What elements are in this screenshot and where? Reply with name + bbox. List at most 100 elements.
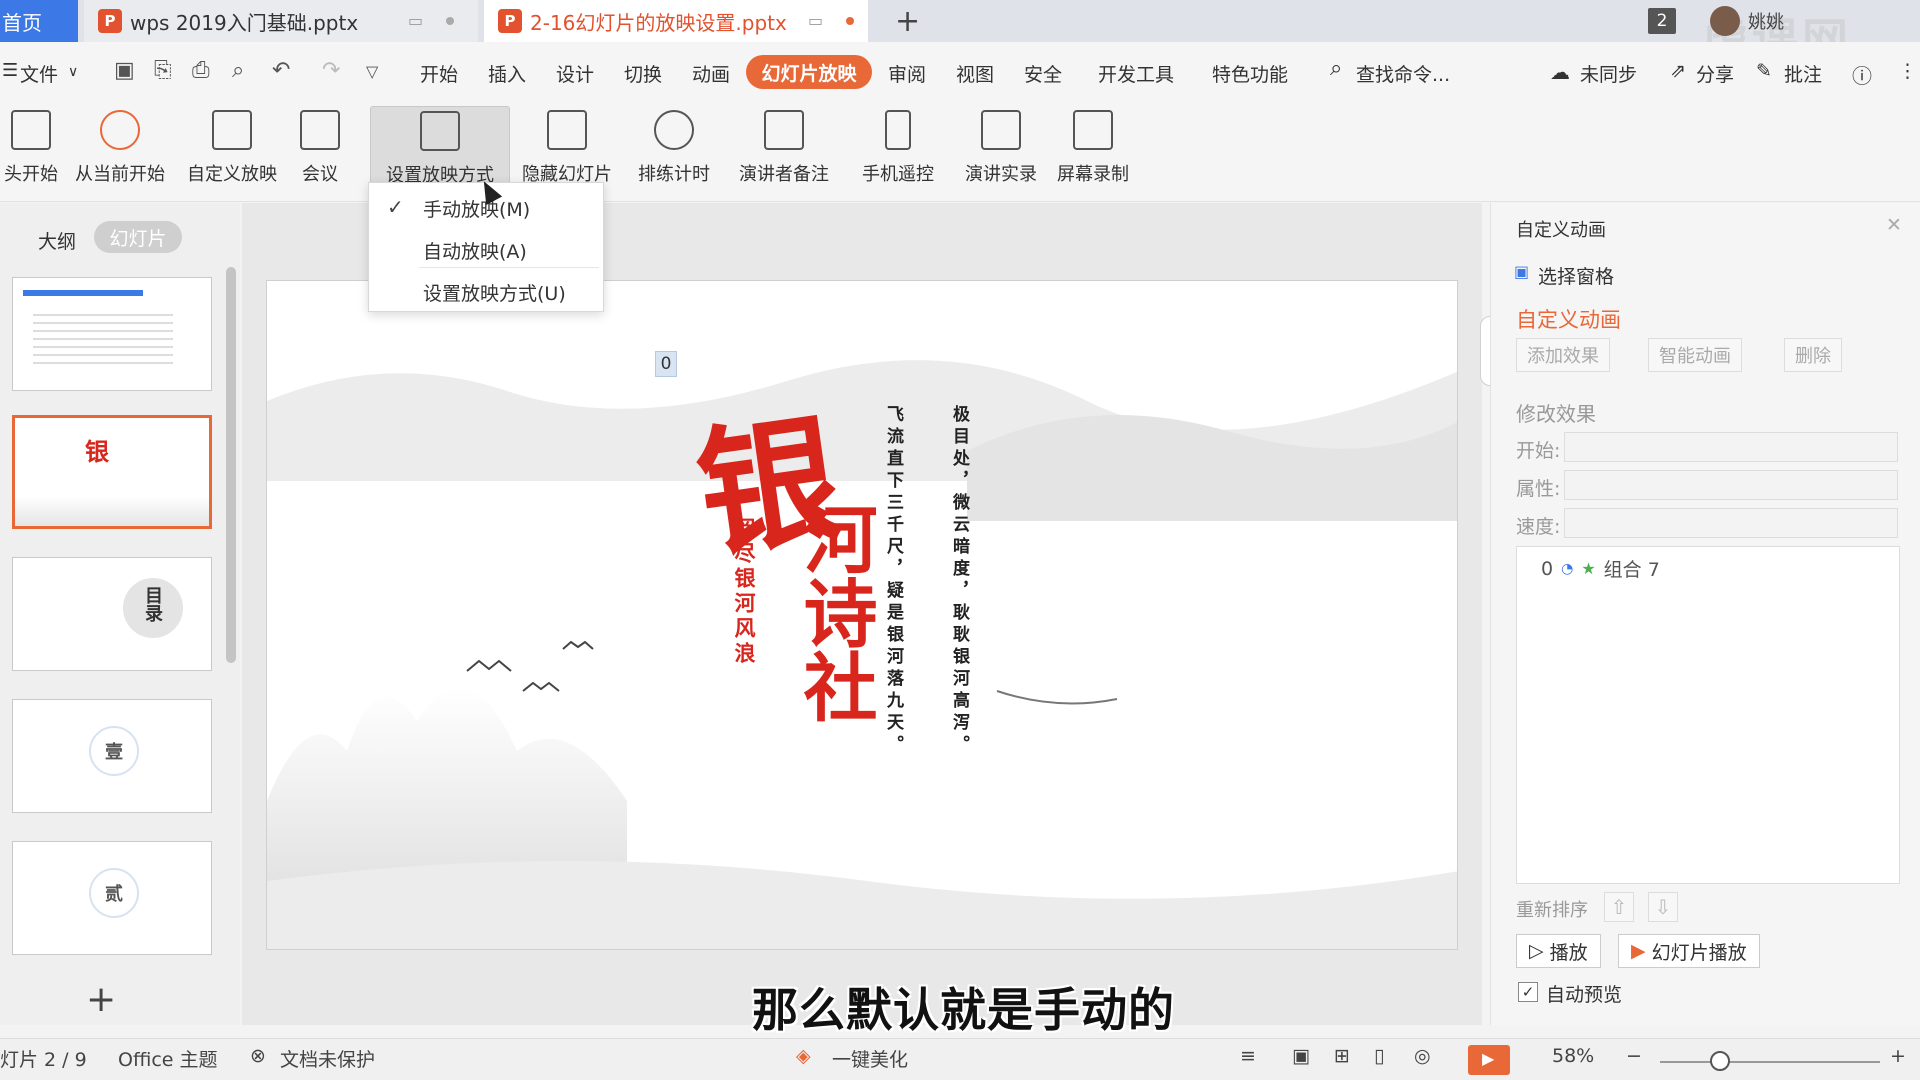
new-tab-plus-icon[interactable]: +: [895, 4, 920, 39]
delete-effect-button[interactable]: 删除: [1784, 338, 1842, 372]
move-down-arrow-icon[interactable]: ⇩: [1648, 892, 1678, 922]
from-current-button[interactable]: 从当前开始: [70, 106, 170, 194]
sync-status[interactable]: 未同步: [1580, 60, 1637, 87]
dropdown-setup-show[interactable]: 设置放映方式(U): [423, 279, 566, 306]
play-button[interactable]: ▷ 播放: [1516, 934, 1601, 968]
from-start-button[interactable]: 头开始: [0, 106, 62, 194]
thumbnail-scrollbar[interactable]: [226, 267, 236, 663]
slideshow-play-button[interactable]: ▶ 幻灯片播放: [1618, 934, 1760, 968]
menu-slideshow-tab[interactable]: 幻灯片放映: [746, 55, 872, 89]
start-select[interactable]: [1564, 432, 1898, 462]
zoom-out-icon[interactable]: −: [1626, 1045, 1642, 1067]
chevron-down-icon[interactable]: ∨: [68, 64, 78, 80]
user-name[interactable]: 姚姚: [1748, 8, 1784, 34]
dropdown-manual-show[interactable]: 手动放映(M): [423, 195, 530, 222]
hamburger-icon[interactable]: ☰: [2, 60, 18, 81]
move-up-arrow-icon[interactable]: ⇧: [1604, 892, 1634, 922]
poem-column-1[interactable]: 飞流直下三千尺，疑是银河落九天。: [881, 405, 906, 757]
share-button[interactable]: 分享: [1696, 60, 1734, 87]
slide-thumbnail-4[interactable]: 壹: [12, 699, 212, 813]
slide-thumbnail-3[interactable]: 目录: [12, 557, 212, 671]
tab-outline[interactable]: 大纲: [38, 227, 76, 254]
slide-title-rest[interactable]: 河诗社: [789, 501, 879, 723]
tab-home[interactable]: 首页: [0, 0, 78, 42]
comment-button[interactable]: 批注: [1784, 60, 1822, 87]
property-select[interactable]: [1564, 470, 1898, 500]
normal-view-icon[interactable]: ▣: [1292, 1045, 1310, 1067]
format-painter-icon[interactable]: ⎘: [154, 58, 172, 83]
save-icon[interactable]: ▣: [114, 58, 135, 83]
zoom-slider[interactable]: [1660, 1061, 1880, 1063]
menu-view[interactable]: 视图: [956, 60, 994, 87]
protect-status[interactable]: 文档未保护: [280, 1045, 375, 1072]
command-search-input[interactable]: 查找命令...: [1356, 60, 1450, 87]
unsaved-dot-icon[interactable]: [846, 17, 854, 25]
speed-select[interactable]: [1564, 508, 1898, 538]
search-icon[interactable]: ⌕: [1330, 56, 1342, 81]
window-count-badge[interactable]: 2: [1648, 8, 1676, 34]
help-icon[interactable]: ⓘ: [1852, 60, 1872, 89]
menu-developer[interactable]: 开发工具: [1098, 60, 1174, 87]
menu-security[interactable]: 安全: [1024, 60, 1062, 87]
share-icon[interactable]: ⇗: [1670, 60, 1686, 82]
tab-document-2[interactable]: P 2-16幻灯片的放映设置.pptx ▭: [484, 0, 868, 42]
notes-icon[interactable]: ≡: [1240, 1045, 1256, 1067]
reading-view-icon[interactable]: ▯: [1374, 1045, 1384, 1067]
phone-remote-button[interactable]: 手机遥控: [856, 106, 940, 194]
theme-name[interactable]: Office 主题: [118, 1045, 218, 1072]
menu-special[interactable]: 特色功能: [1212, 60, 1288, 87]
cloud-sync-icon[interactable]: ☁: [1550, 60, 1570, 84]
hide-slide-button[interactable]: 隐藏幻灯片: [518, 106, 616, 194]
tab-close-dot-icon[interactable]: [446, 17, 454, 25]
menu-animation[interactable]: 动画: [692, 60, 730, 87]
slide-thumbnail-2[interactable]: 银: [12, 415, 212, 529]
list-item[interactable]: 0 ◔ ★ 组合 7: [1541, 555, 1660, 582]
beautify-icon[interactable]: ◈: [796, 1045, 811, 1067]
animation-order-marker[interactable]: 0: [655, 351, 677, 377]
speaker-notes-button[interactable]: 演讲者备注: [734, 106, 834, 194]
pane-header[interactable]: 自定义动画: [1516, 216, 1606, 242]
menu-review[interactable]: 审阅: [888, 60, 926, 87]
print-preview-icon[interactable]: ⌕: [232, 58, 244, 83]
avatar[interactable]: [1710, 6, 1740, 36]
more-icon[interactable]: ⋮: [1898, 60, 1917, 82]
dropdown-auto-show[interactable]: 自动放映(A): [423, 237, 527, 264]
menu-transition[interactable]: 切换: [624, 60, 662, 87]
zoom-slider-handle[interactable]: [1710, 1051, 1730, 1071]
beautify-button[interactable]: 一键美化: [832, 1045, 908, 1072]
comment-icon[interactable]: ✎: [1756, 60, 1772, 82]
zoom-in-icon[interactable]: +: [1890, 1045, 1906, 1067]
add-effect-button[interactable]: 添加效果: [1516, 338, 1610, 372]
screen-record-button[interactable]: 屏幕录制: [1050, 106, 1136, 194]
slide-canvas[interactable]: 0 银 河诗社 阅尽银河风浪 飞流直下三千尺，疑是银河落九天。 极目处，微云暗度…: [266, 280, 1458, 950]
customize-toolbar-icon[interactable]: ▽: [366, 62, 378, 81]
slide-thumbnail-1[interactable]: [12, 277, 212, 391]
grid-view-icon[interactable]: ⊞: [1334, 1045, 1350, 1067]
selection-pane-icon[interactable]: ▣: [1514, 262, 1529, 281]
selection-pane-link[interactable]: 选择窗格: [1538, 262, 1614, 289]
poem-column-2[interactable]: 极目处，微云暗度，耿耿银河高泻。: [947, 405, 972, 757]
presenter-view-icon[interactable]: ◎: [1414, 1045, 1431, 1067]
slide-thumbnail-5[interactable]: 贰: [12, 841, 212, 955]
zoom-level[interactable]: 58%: [1552, 1045, 1594, 1067]
menu-file[interactable]: 文件: [20, 60, 58, 87]
monitor-icon[interactable]: ▭: [408, 11, 423, 30]
redo-icon[interactable]: ↷: [322, 58, 340, 83]
print-icon[interactable]: ⎙: [192, 58, 210, 83]
tab-document-1[interactable]: P wps 2019入门基础.pptx ▭: [84, 0, 478, 42]
record-speech-button[interactable]: 演讲实录: [958, 106, 1044, 194]
menu-insert[interactable]: 插入: [488, 60, 526, 87]
rehearse-timing-button[interactable]: 排练计时: [626, 106, 722, 194]
undo-icon[interactable]: ↶: [272, 58, 290, 83]
custom-show-button[interactable]: 自定义放映: [180, 106, 284, 194]
close-pane-icon[interactable]: ✕: [1886, 214, 1902, 236]
menu-start[interactable]: 开始: [420, 60, 458, 87]
meeting-button[interactable]: 会议: [290, 106, 350, 194]
tab-slides[interactable]: 幻灯片: [94, 221, 182, 253]
monitor-icon[interactable]: ▭: [808, 11, 823, 30]
slide-subtitle[interactable]: 阅尽银河风浪: [729, 517, 759, 667]
auto-preview-checkbox[interactable]: ✓: [1518, 982, 1538, 1002]
smart-animation-button[interactable]: 智能动画: [1648, 338, 1742, 372]
add-slide-plus-icon[interactable]: +: [86, 979, 116, 1020]
menu-design[interactable]: 设计: [556, 60, 594, 87]
